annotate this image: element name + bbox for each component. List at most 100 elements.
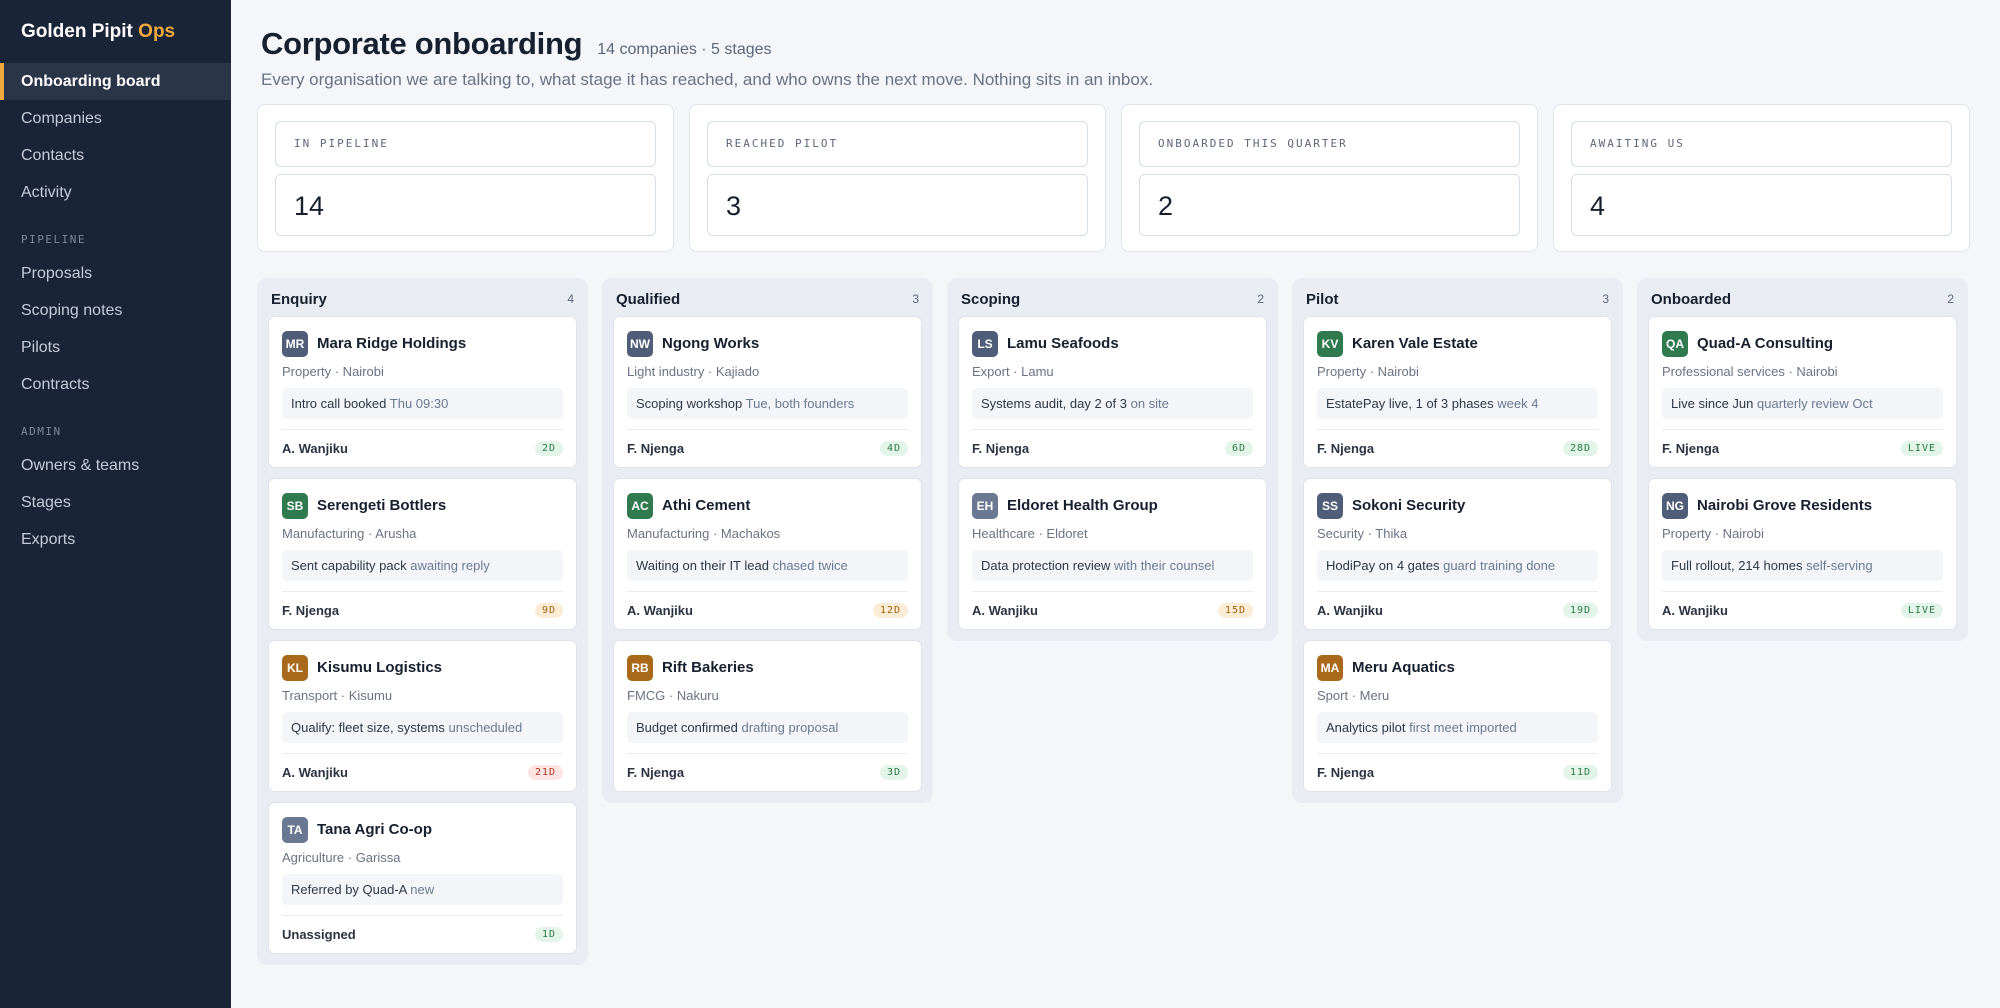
next-step-note: Live since Jun quarterly review Oct <box>1662 388 1943 419</box>
company-card[interactable]: LS Lamu Seafoods Export · Lamu Systems audi… <box>958 316 1267 468</box>
owner-name[interactable]: F. Njenga <box>627 765 684 780</box>
sidebar-item-proposals[interactable]: Proposals <box>0 255 231 292</box>
stat-card-reached-pilot: REACHED PILOT 3 <box>689 104 1106 252</box>
company-name[interactable]: Eldoret Health Group <box>1007 497 1158 514</box>
company-meta: Property · Nairobi <box>1662 526 1764 541</box>
age-badge: 21D <box>527 765 563 780</box>
owner-name[interactable]: A. Wanjiku <box>282 765 348 780</box>
company-name[interactable]: Mara Ridge Holdings <box>317 335 466 352</box>
owner-name[interactable]: F. Njenga <box>972 441 1029 456</box>
sidebar-item-exports[interactable]: Exports <box>0 521 231 558</box>
avatar: KV <box>1317 330 1343 357</box>
owner-name[interactable]: F. Njenga <box>282 603 339 618</box>
company-card[interactable]: NW Ngong Works Light industry · Kajiado Sco… <box>613 316 922 468</box>
company-name[interactable]: Lamu Seafoods <box>1007 335 1119 352</box>
company-card[interactable]: RB Rift Bakeries FMCG · Nakuru Budget confi… <box>613 640 922 792</box>
company-name[interactable]: Athi Cement <box>662 497 750 514</box>
owner-name[interactable]: F. Njenga <box>1317 441 1374 456</box>
next-step-note: Full rollout, 214 homes self-serving <box>1662 550 1943 581</box>
note-text: Full rollout, 214 homes <box>1671 558 1803 573</box>
company-name[interactable]: Quad-A Consulting <box>1697 335 1833 352</box>
company-card[interactable]: MA Meru Aquatics Sport · Meru Analytics pil… <box>1303 640 1612 792</box>
avatar: MR <box>282 330 308 357</box>
stat-card-onboarded-this-quarter: ONBOARDED THIS QUARTER 2 <box>1121 104 1538 252</box>
owner-name[interactable]: F. Njenga <box>1662 441 1719 456</box>
stat-value: 3 <box>707 174 1088 236</box>
company-name[interactable]: Karen Vale Estate <box>1352 335 1478 352</box>
company-name[interactable]: Ngong Works <box>662 335 759 352</box>
next-step-note: Referred by Quad-A new <box>282 874 563 905</box>
next-step-note: Scoping workshop Tue, both founders <box>627 388 908 419</box>
age-badge: 6D <box>1224 441 1253 456</box>
stat-label: AWAITING US <box>1571 121 1952 167</box>
sidebar-item-stages[interactable]: Stages <box>0 484 231 521</box>
sidebar-item-owners-teams[interactable]: Owners & teams <box>0 447 231 484</box>
age-badge: 28D <box>1562 441 1598 456</box>
company-meta: Manufacturing · Machakos <box>627 526 781 541</box>
owner-name[interactable]: F. Njenga <box>627 441 684 456</box>
owner-name[interactable]: A. Wanjiku <box>282 441 348 456</box>
company-meta: Healthcare · Eldoret <box>972 526 1088 541</box>
company-meta: FMCG · Nakuru <box>627 688 719 703</box>
owner-name[interactable]: A. Wanjiku <box>1317 603 1383 618</box>
sidebar-item-contracts[interactable]: Contracts <box>0 366 231 403</box>
note-text: Data protection review <box>981 558 1111 573</box>
company-meta: Professional services · Nairobi <box>1662 364 1838 379</box>
company-card[interactable]: KV Karen Vale Estate Property · Nairobi Est… <box>1303 316 1612 468</box>
sidebar-section-pipeline: PIPELINE <box>21 233 86 246</box>
company-meta: Export · Lamu <box>972 364 1054 379</box>
company-meta: Property · Nairobi <box>1317 364 1419 379</box>
column-header: Enquiry 4 <box>268 288 577 310</box>
stat-label: IN PIPELINE <box>275 121 656 167</box>
company-card[interactable]: MR Mara Ridge Holdings Property · Nairobi I… <box>268 316 577 468</box>
note-detail: with their counsel <box>1113 558 1215 573</box>
company-card[interactable]: QA Quad-A Consulting Professional services… <box>1648 316 1957 468</box>
owner-name[interactable]: Unassigned <box>282 927 356 942</box>
note-detail: drafting proposal <box>741 720 839 735</box>
next-step-note: HodiPay on 4 gates guard training done <box>1317 550 1598 581</box>
note-detail: Tue, both founders <box>745 396 855 411</box>
company-card[interactable]: NG Nairobi Grove Residents Property · Nair… <box>1648 478 1957 630</box>
company-name[interactable]: Rift Bakeries <box>662 659 754 676</box>
owner-name[interactable]: A. Wanjiku <box>972 603 1038 618</box>
note-detail: Thu 09:30 <box>389 396 449 411</box>
age-badge: 1D <box>534 927 563 942</box>
column-count: 3 <box>1602 292 1609 306</box>
page-title: Corporate onboarding <box>261 26 583 61</box>
next-step-note: Budget confirmed drafting proposal <box>627 712 908 743</box>
sidebar-item-scoping-notes[interactable]: Scoping notes <box>0 292 231 329</box>
owner-name[interactable]: A. Wanjiku <box>1662 603 1728 618</box>
company-card[interactable]: SS Sokoni Security Security · Thika HodiPay… <box>1303 478 1612 630</box>
avatar: NG <box>1662 492 1688 519</box>
company-name[interactable]: Tana Agri Co-op <box>317 821 432 838</box>
note-text: Waiting on their IT lead <box>636 558 769 573</box>
sidebar-item-onboarding-board[interactable]: Onboarding board <box>0 63 231 100</box>
company-name[interactable]: Kisumu Logistics <box>317 659 442 676</box>
company-meta: Property · Nairobi <box>282 364 384 379</box>
company-name[interactable]: Serengeti Bottlers <box>317 497 446 514</box>
board-column-scoping: Scoping 2 LS Lamu Seafoods Export · Lamu Syst… <box>947 278 1278 641</box>
note-detail: first meet imported <box>1409 720 1517 735</box>
owner-name[interactable]: A. Wanjiku <box>627 603 693 618</box>
brand-logo[interactable]: Golden Pipit Ops <box>0 0 231 63</box>
board-column-onboarded: Onboarded 2 QA Quad-A Consulting Professiona… <box>1637 278 1968 641</box>
company-card[interactable]: SB Serengeti Bottlers Manufacturing · Arus… <box>268 478 577 630</box>
sidebar-item-activity[interactable]: Activity <box>0 174 231 211</box>
owner-name[interactable]: F. Njenga <box>1317 765 1374 780</box>
sidebar-item-pilots[interactable]: Pilots <box>0 329 231 366</box>
sidebar-item-companies[interactable]: Companies <box>0 100 231 137</box>
sidebar: Golden Pipit Ops Onboarding board Compan… <box>0 0 231 1008</box>
column-title: Scoping <box>961 290 1021 308</box>
company-card[interactable]: KL Kisumu Logistics Transport · Kisumu Qual… <box>268 640 577 792</box>
avatar: NW <box>627 330 653 357</box>
sidebar-item-contacts[interactable]: Contacts <box>0 137 231 174</box>
company-card[interactable]: TA Tana Agri Co-op Agriculture · Garissa Re… <box>268 802 577 954</box>
company-name[interactable]: Meru Aquatics <box>1352 659 1455 676</box>
company-name[interactable]: Sokoni Security <box>1352 497 1465 514</box>
column-header: Qualified 3 <box>613 288 922 310</box>
company-card[interactable]: EH Eldoret Health Group Healthcare · Eldor… <box>958 478 1267 630</box>
board-column-qualified: Qualified 3 NW Ngong Works Light industry · … <box>602 278 933 803</box>
company-name[interactable]: Nairobi Grove Residents <box>1697 497 1872 514</box>
company-card[interactable]: AC Athi Cement Manufacturing · Machakos Wai… <box>613 478 922 630</box>
stat-label: ONBOARDED THIS QUARTER <box>1139 121 1520 167</box>
